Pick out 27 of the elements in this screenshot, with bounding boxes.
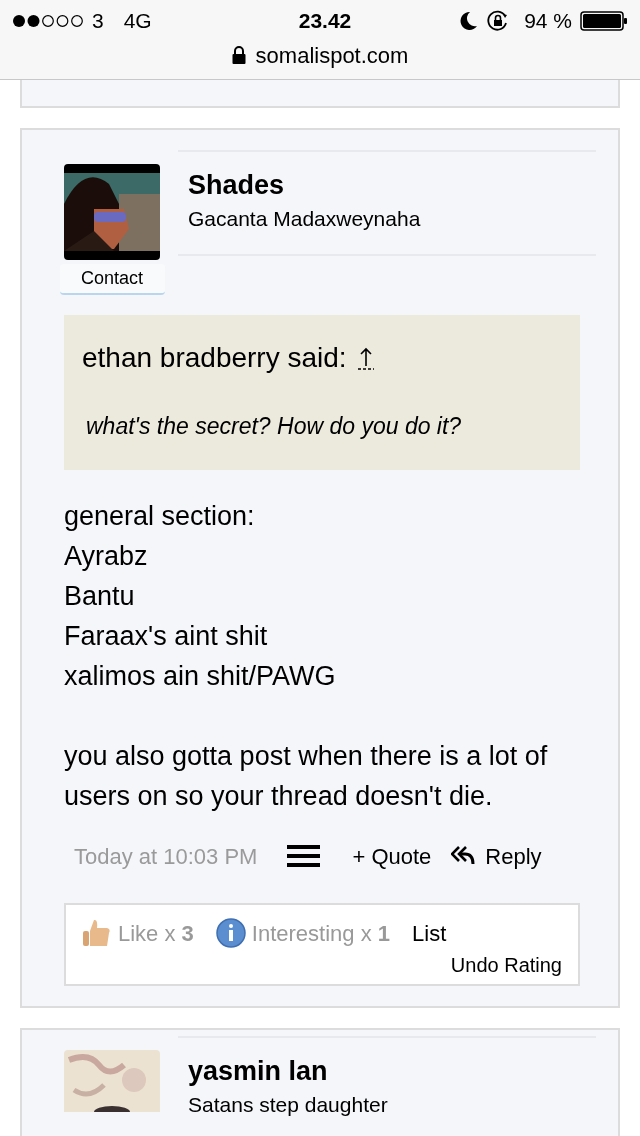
up-arrow-icon[interactable] (356, 346, 375, 370)
thumbs-up-icon (82, 918, 112, 948)
menu-icon[interactable] (287, 845, 321, 867)
moon-icon (458, 11, 479, 31)
username[interactable]: Shades (188, 168, 596, 202)
quote-text: what's the secret? How do you do it? (86, 412, 463, 441)
lock-icon (231, 46, 246, 64)
post-text: you also gotta post when there is a lot of users on so your thread doesn't die. (64, 739, 549, 813)
contact-button[interactable]: Contact (59, 264, 165, 295)
battery-icon (580, 11, 628, 31)
info-icon (215, 918, 246, 948)
username[interactable]: yasmin lan (188, 1053, 596, 1088)
reply-button[interactable]: Reply (451, 839, 542, 873)
url-text[interactable]: somalispot.com (255, 38, 409, 72)
reply-all-icon (451, 845, 476, 867)
signal-icon (12, 14, 84, 28)
undo-rating-link[interactable]: Undo Rating (450, 949, 562, 980)
post-text: general section: Ayrabz Bantu Faraax's aint shit xalimos ain shit/PAWG (64, 499, 337, 693)
user-title: Gacanta Madaxweynaha (188, 206, 422, 232)
list-link[interactable]: List (412, 916, 447, 950)
carrier-label: 3 (92, 8, 104, 35)
quote-button[interactable]: + Quote (352, 839, 432, 873)
user-title: Satans step daughter (188, 1091, 389, 1118)
battery-percentage: 94 % (524, 8, 572, 35)
quote-author: ethan bradberry said: (82, 341, 347, 375)
network-label: 4G (123, 8, 152, 35)
clock-time: 23.42 (297, 8, 353, 35)
